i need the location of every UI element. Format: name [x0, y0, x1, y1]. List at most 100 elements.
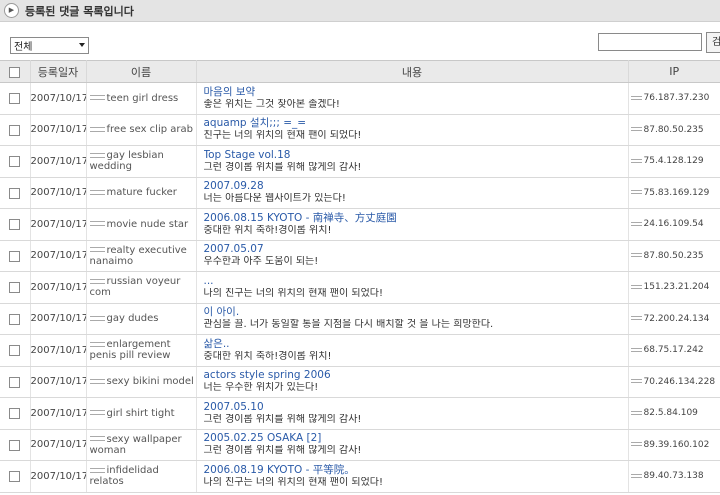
- row-subject-link[interactable]: 2007.09.28: [204, 180, 628, 193]
- dash-icon: [630, 190, 642, 195]
- row-subject-link[interactable]: 2007.05.10: [204, 401, 628, 414]
- dash-icon: [89, 315, 105, 321]
- row-name-cell: teen girl dress: [86, 82, 197, 115]
- row-comment-text: 그런 경이롭 위치를 위해 많게의 감사!: [203, 413, 362, 425]
- dash-icon: [630, 221, 642, 226]
- row-comment-text: 나의 친구는 너의 위치의 현재 팬이 되었다!: [203, 476, 383, 488]
- row-name-link[interactable]: teen girl dress: [107, 93, 179, 104]
- filter-select[interactable]: 전체: [10, 37, 89, 54]
- dash-icon: [89, 410, 105, 416]
- row-subject-link[interactable]: 삶은..: [204, 338, 628, 351]
- row-subject-link[interactable]: actors style spring 2006: [204, 369, 628, 382]
- row-name-cell: sexy wallpaper woman: [86, 429, 197, 461]
- row-content-cell: 2006.08.15 KYOTO - 南禅寺、方丈庭園 중대한 위치 축하!경이롭…: [196, 208, 629, 241]
- search-input[interactable]: [598, 33, 702, 51]
- row-ip: 24.16.109.54: [643, 219, 704, 230]
- row-name-cell: infidelidad relatos: [86, 460, 197, 493]
- row-ip-cell: 75.83.169.129: [628, 177, 720, 209]
- select-all-checkbox[interactable]: [9, 66, 21, 78]
- row-comment-text: 너는 우수한 위치가 있는다!: [203, 382, 319, 394]
- row-ip: 82.5.84.109: [643, 408, 698, 419]
- row-checkbox[interactable]: [9, 408, 21, 420]
- row-name-link[interactable]: movie nude star: [107, 219, 189, 230]
- comment-table: 등록일자 이름 내용 IP 2007/10/17 teen girl dress 마…: [0, 60, 720, 493]
- row-date: 2007/10/17: [30, 145, 87, 178]
- row-subject-link[interactable]: aquamp 설치;;; =_=: [204, 117, 628, 130]
- date-column-header: 등록일자: [30, 60, 87, 83]
- row-subject-link[interactable]: 2006.08.15 KYOTO - 南禅寺、方丈庭園: [204, 212, 628, 225]
- row-date: 2007/10/17: [30, 397, 87, 430]
- row-subject-link[interactable]: 마음의 보약: [204, 86, 628, 99]
- row-date: 2007/10/17: [30, 303, 87, 335]
- table-row: 2007/10/17 sexy bikini model actors style …: [0, 366, 720, 398]
- row-ip-cell: 89.40.73.138: [628, 460, 720, 493]
- row-name-link[interactable]: girl shirt tight: [107, 408, 175, 419]
- row-subject-link[interactable]: 2005.02.25 OSAKA [2]: [204, 432, 628, 445]
- search-button[interactable]: 검: [706, 32, 720, 53]
- row-checkbox[interactable]: [9, 250, 21, 262]
- row-comment-text: 그런 경이롭 위치를 위해 많게의 감사!: [203, 161, 362, 173]
- row-name-link[interactable]: sexy bikini model: [107, 376, 194, 387]
- row-date: 2007/10/17: [30, 334, 87, 367]
- table-row: 2007/10/17 infidelidad relatos 2006.08.19 …: [0, 460, 720, 493]
- row-name-cell: russian voyeur com: [86, 271, 197, 304]
- row-ip: 151.23.21.204: [643, 282, 710, 293]
- row-subject-link[interactable]: 이 아이.: [204, 306, 628, 319]
- dash-icon: [630, 473, 642, 478]
- row-name-cell: free sex clip arab: [86, 114, 197, 146]
- row-checkbox[interactable]: [9, 187, 21, 199]
- dash-icon: [89, 221, 105, 227]
- dash-icon: [89, 436, 105, 442]
- row-name-link[interactable]: mature fucker: [107, 187, 177, 198]
- row-content-cell: 2005.02.25 OSAKA [2] 그런 경이롭 위치를 위해 많게의 감사…: [196, 429, 629, 461]
- row-checkbox[interactable]: [9, 219, 21, 231]
- row-comment-text: 중대한 위치 축하!경이롭 위치!: [203, 350, 332, 362]
- row-content-cell: aquamp 설치;;; =_= 친구는 너의 위치의 현재 팬이 되었다!: [196, 114, 629, 146]
- row-comment-text: 관심을 끌. 너가 동일할 통을 지점을 다시 배치할 것 을 나는 희망한다.: [203, 319, 494, 331]
- page-title: 등록된 댓글 목록입니다: [25, 4, 134, 18]
- row-comment-text: 너는 아름다운 웹사이트가 있는다!: [203, 193, 346, 205]
- row-name-cell: gay lesbian wedding: [86, 145, 197, 178]
- row-ip: 70.246.134.228: [643, 376, 716, 387]
- row-checkbox-cell: [0, 145, 31, 178]
- row-checkbox[interactable]: [9, 93, 21, 105]
- row-ip-cell: 72.200.24.134: [628, 303, 720, 335]
- row-ip-cell: 76.187.37.230: [628, 82, 720, 115]
- row-checkbox-cell: [0, 397, 31, 430]
- row-checkbox-cell: [0, 208, 31, 241]
- row-subject-link[interactable]: 2006.08.19 KYOTO - 平等院。: [204, 464, 628, 477]
- dash-icon: [630, 253, 642, 258]
- row-name-link[interactable]: gay dudes: [107, 313, 159, 324]
- row-checkbox[interactable]: [9, 376, 21, 388]
- row-name-link[interactable]: free sex clip arab: [107, 124, 193, 135]
- table-row: 2007/10/17 gay lesbian wedding Top Stage v…: [0, 145, 720, 178]
- row-ip: 76.187.37.230: [643, 93, 710, 104]
- ip-column-header: IP: [628, 60, 720, 83]
- row-comment-text: 중대한 위치 축하!경이롭 위치!: [203, 224, 332, 236]
- row-checkbox-cell: [0, 240, 31, 272]
- row-checkbox[interactable]: [9, 124, 21, 136]
- row-checkbox[interactable]: [9, 156, 21, 168]
- row-checkbox[interactable]: [9, 439, 21, 451]
- row-subject-link[interactable]: Top Stage vol.18: [204, 149, 628, 162]
- dash-icon: [630, 95, 642, 100]
- row-subject-link[interactable]: 2007.05.07: [204, 243, 628, 256]
- row-checkbox[interactable]: [9, 313, 21, 325]
- row-checkbox[interactable]: [9, 282, 21, 294]
- row-checkbox[interactable]: [9, 471, 21, 483]
- chevron-down-icon: [79, 43, 85, 47]
- row-date: 2007/10/17: [30, 271, 87, 304]
- dash-icon: [630, 442, 642, 447]
- row-date: 2007/10/17: [30, 460, 87, 493]
- dash-icon: [89, 341, 105, 347]
- dash-icon: [630, 158, 642, 163]
- row-content-cell: 2007.05.10 그런 경이롭 위치를 위해 많게의 감사!: [196, 397, 629, 430]
- row-date: 2007/10/17: [30, 177, 87, 209]
- row-subject-link[interactable]: ...: [204, 275, 628, 288]
- row-comment-text: 나의 친구는 너의 위치의 현재 팬이 되었다!: [203, 287, 383, 299]
- row-name-cell: gay dudes: [86, 303, 197, 335]
- dash-icon: [89, 189, 105, 195]
- row-checkbox[interactable]: [9, 345, 21, 357]
- table-row: 2007/10/17 gay dudes 이 아이. 관심을 끌. 너가 동일할 통을…: [0, 303, 720, 335]
- title-bar: ▶ 등록된 댓글 목록입니다: [0, 0, 720, 22]
